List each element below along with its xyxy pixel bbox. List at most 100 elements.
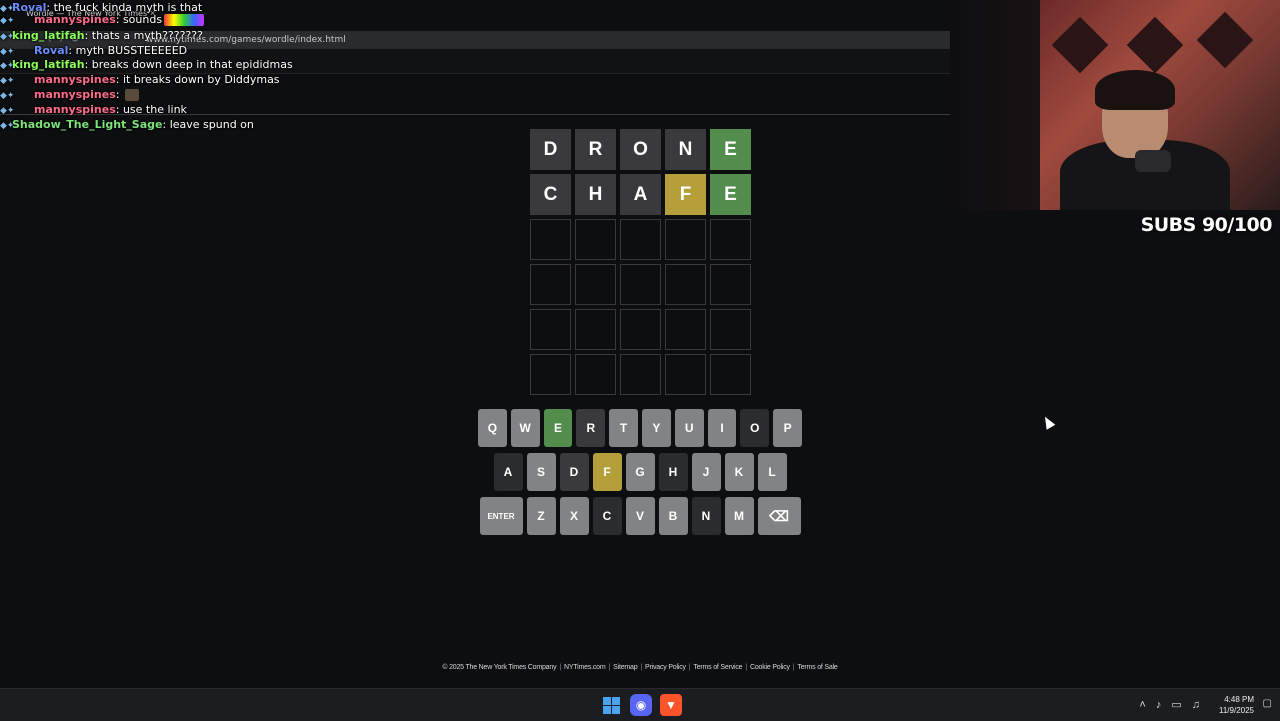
chat-text: thats a myth??????? <box>91 29 203 42</box>
key-q[interactable]: Q <box>478 409 507 447</box>
chat-username[interactable]: king_latifah <box>12 29 85 42</box>
chat-message: ◆✦Shadow_The_Light_Sage: leave spund on <box>0 117 254 132</box>
keyboard-row: QWERTYUIOP <box>478 409 802 447</box>
acoustic-panel <box>1051 16 1109 74</box>
chat-badge-icon: ◆✦ <box>0 121 15 131</box>
key-y[interactable]: Y <box>642 409 671 447</box>
subs-counter: SUBS 90/100 <box>1140 214 1273 236</box>
acoustic-panel <box>1126 16 1184 74</box>
enter-key[interactable]: ENTER <box>479 497 523 535</box>
footer-link[interactable]: NYTimes.com <box>564 664 606 671</box>
board-row <box>530 354 751 395</box>
chat-message: ◆✦king_latifah: thats a myth??????? <box>0 28 203 43</box>
letter-tile: N <box>665 129 706 170</box>
clock[interactable]: 4:48 PM 11/9/2025 <box>1219 694 1254 716</box>
footer-link[interactable]: Terms of Service <box>693 664 742 671</box>
chat-text: it breaks down by Diddymas <box>122 73 280 86</box>
chat-emote-icon <box>124 89 139 101</box>
chat-text: myth BUSSTEEEEED <box>75 44 188 57</box>
letter-tile: E <box>710 129 751 170</box>
mouse-cursor-icon <box>1040 414 1056 430</box>
key-z[interactable]: Z <box>526 497 556 535</box>
key-p[interactable]: P <box>773 409 802 447</box>
key-v[interactable]: V <box>625 497 655 535</box>
key-b[interactable]: B <box>658 497 688 535</box>
clock-date: 11/9/2025 <box>1219 706 1254 715</box>
board-row: CHAFE <box>530 174 751 215</box>
chat-username[interactable]: mannyspines <box>34 103 116 116</box>
key-o[interactable]: O <box>740 409 770 447</box>
chat-message: ◆✦ mannyspines: use the link <box>0 102 187 117</box>
letter-tile <box>620 264 661 305</box>
taskbar: ◉ ▼ ˄♪▭♫ 4:48 PM 11/9/2025 ▢ <box>0 688 1280 721</box>
chat-message: ◆✦ Roval: myth BUSSTEEEEED <box>0 43 187 58</box>
key-t[interactable]: T <box>609 409 638 447</box>
chat-username[interactable]: mannyspines <box>34 13 116 26</box>
copyright-text: © 2025 The New York Times Company <box>442 664 557 671</box>
chat-message: ◆✦king_latifah: breaks down deep in that… <box>0 57 293 72</box>
footer-link[interactable]: Privacy Policy <box>645 664 686 671</box>
streamer-hair <box>1095 70 1175 110</box>
wordle-keyboard: Q W E R T Y U I O P A S D F G H J K L ENTER Z X C V B N M ⌫ <box>478 409 802 541</box>
webcam-edge <box>950 0 1040 210</box>
letter-tile <box>665 354 706 395</box>
key-c[interactable]: C <box>592 497 622 535</box>
footer-link[interactable]: Sitemap <box>613 664 637 671</box>
key-s[interactable]: S <box>526 453 556 491</box>
system-tray[interactable]: ˄♪▭♫ <box>1139 698 1210 711</box>
letter-tile <box>620 354 661 395</box>
chat-emote-icon <box>164 14 205 26</box>
letter-tile: D <box>530 129 571 170</box>
letter-tile: O <box>620 129 661 170</box>
letter-tile <box>530 264 571 305</box>
notification-icon[interactable]: ▢ <box>1263 698 1272 709</box>
key-j[interactable]: J <box>691 453 721 491</box>
backspace-icon[interactable]: ⌫ <box>757 497 801 535</box>
chat-username[interactable]: Roval <box>34 44 68 57</box>
microphone <box>1135 150 1171 172</box>
key-l[interactable]: L <box>757 453 787 491</box>
key-g[interactable]: G <box>625 453 655 491</box>
key-a[interactable]: A <box>493 453 523 491</box>
key-r[interactable]: R <box>576 409 606 447</box>
chat-message: ◆✦ mannyspines: it breaks down by Diddyma… <box>0 72 280 87</box>
chat-text: use the link <box>122 103 187 116</box>
key-m[interactable]: M <box>724 497 754 535</box>
letter-tile <box>710 264 751 305</box>
letter-tile <box>530 354 571 395</box>
key-x[interactable]: X <box>559 497 589 535</box>
chat-username[interactable]: Shadow_The_Light_Sage <box>12 118 163 131</box>
letter-tile <box>575 219 616 260</box>
board-row <box>530 264 751 305</box>
letter-tile <box>665 219 706 260</box>
key-h[interactable]: H <box>658 453 688 491</box>
key-k[interactable]: K <box>724 453 754 491</box>
footer-link[interactable]: Cookie Policy <box>750 664 790 671</box>
wordle-board: DRONECHAFE <box>530 129 751 399</box>
key-e[interactable]: E <box>543 409 573 447</box>
letter-tile <box>575 309 616 350</box>
windows-start-icon[interactable] <box>600 694 622 716</box>
key-w[interactable]: W <box>510 409 540 447</box>
letter-tile <box>665 264 706 305</box>
letter-tile <box>620 219 661 260</box>
key-u[interactable]: U <box>674 409 704 447</box>
key-f[interactable]: F <box>592 453 622 491</box>
key-i[interactable]: I <box>707 409 737 447</box>
chat-username[interactable]: mannyspines <box>34 73 116 86</box>
letter-tile: F <box>665 174 706 215</box>
chat-message: ◆✦ mannyspines: sounds <box>0 12 205 27</box>
acoustic-panel <box>1196 11 1254 69</box>
chat-username[interactable]: mannyspines <box>34 88 116 101</box>
key-n[interactable]: N <box>691 497 721 535</box>
board-row: DRONE <box>530 129 751 170</box>
letter-tile <box>710 219 751 260</box>
chat-username[interactable]: king_latifah <box>12 58 85 71</box>
chat-text: leave spund on <box>169 118 254 131</box>
key-d[interactable]: D <box>559 453 589 491</box>
keyboard-row: ENTER Z X C V B N M ⌫ <box>478 497 802 535</box>
chat-badge-icon: ◆✦ <box>0 16 15 26</box>
discord-icon[interactable]: ◉ <box>630 694 652 716</box>
brave-browser-icon[interactable]: ▼ <box>660 694 682 716</box>
footer-link[interactable]: Terms of Sale <box>797 664 837 671</box>
